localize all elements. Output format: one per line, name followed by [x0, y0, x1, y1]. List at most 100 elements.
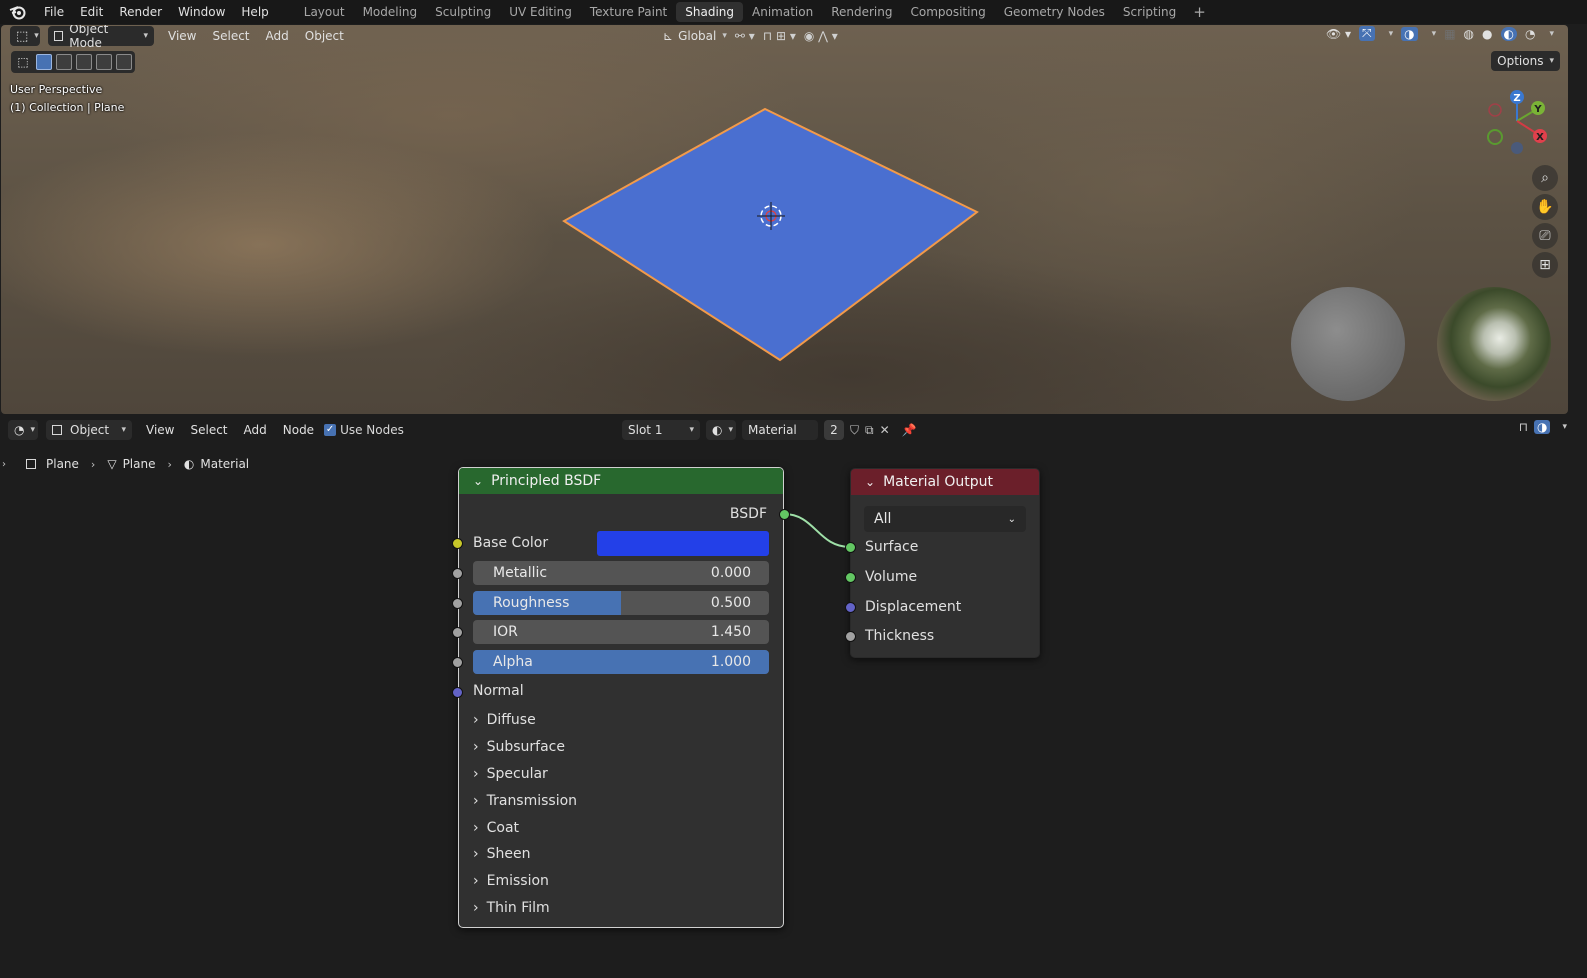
- tab-uv-editing[interactable]: UV Editing: [500, 2, 581, 22]
- panel-label: Sheen: [486, 846, 531, 862]
- blender-logo-icon[interactable]: [0, 4, 36, 20]
- panel-sheen[interactable]: › Sheen: [473, 846, 530, 862]
- gizmo-neg-x[interactable]: [1488, 103, 1502, 117]
- pan-hand-icon[interactable]: ✋: [1532, 194, 1558, 220]
- tab-sculpting[interactable]: Sculpting: [426, 2, 500, 22]
- bsdf-to-surface-link[interactable]: [783, 513, 851, 548]
- tab-compositing[interactable]: Compositing: [901, 2, 994, 22]
- displacement-socket[interactable]: [845, 602, 856, 613]
- base-color-label: Base Color: [473, 535, 549, 551]
- menu-help[interactable]: Help: [233, 0, 276, 24]
- tab-modeling[interactable]: Modeling: [354, 2, 427, 22]
- tab-rendering[interactable]: Rendering: [822, 2, 901, 22]
- metallic-field[interactable]: Metallic 0.000: [473, 561, 769, 585]
- principled-bsdf-node[interactable]: ⌄ Principled BSDF BSDF Base Color Metall…: [452, 467, 790, 928]
- base-color-swatch[interactable]: [597, 531, 769, 556]
- alpha-label: Alpha: [493, 654, 533, 670]
- node-title: Material Output: [883, 474, 994, 490]
- zoom-icon[interactable]: ⌕: [1532, 165, 1558, 191]
- gizmo-y-label: Y: [1533, 104, 1542, 115]
- base-color-socket[interactable]: [452, 538, 463, 549]
- tab-texture-paint[interactable]: Texture Paint: [581, 2, 676, 22]
- add-workspace-button[interactable]: +: [1185, 2, 1214, 22]
- thickness-socket[interactable]: [845, 631, 856, 642]
- perspective-toggle-icon[interactable]: ⊞: [1532, 252, 1558, 278]
- roughness-socket[interactable]: [452, 598, 463, 609]
- chevron-right-icon: ›: [473, 900, 479, 916]
- chevron-right-icon: ›: [473, 793, 479, 809]
- panel-emission[interactable]: › Emission: [473, 873, 549, 889]
- panel-label: Transmission: [486, 793, 578, 809]
- workspace-tabs: Layout Modeling Sculpting UV Editing Tex…: [295, 0, 1214, 24]
- chevron-right-icon: ›: [473, 712, 479, 728]
- normal-socket[interactable]: [452, 687, 463, 698]
- menu-file[interactable]: File: [36, 0, 72, 24]
- panel-specular[interactable]: › Specular: [473, 766, 548, 782]
- surface-socket[interactable]: [845, 542, 856, 553]
- panel-label: Thin Film: [486, 900, 550, 916]
- material-preview-sphere: [1291, 287, 1405, 401]
- 3d-viewport[interactable]: ⬚ ▾ Object Mode ▾ View Select Add Object …: [1, 25, 1568, 414]
- menu-edit[interactable]: Edit: [72, 0, 111, 24]
- menu-render[interactable]: Render: [111, 0, 170, 24]
- navigation-gizmo[interactable]: Z Y X: [1487, 90, 1547, 154]
- chevron-down-icon: ⌄: [1007, 513, 1016, 525]
- volume-label: Volume: [865, 569, 918, 585]
- panel-thin-film[interactable]: › Thin Film: [473, 900, 550, 916]
- tab-geometry-nodes[interactable]: Geometry Nodes: [995, 2, 1114, 22]
- panel-diffuse[interactable]: › Diffuse: [473, 712, 536, 728]
- ior-label: IOR: [493, 624, 518, 640]
- normal-label: Normal: [473, 683, 524, 699]
- tab-scripting[interactable]: Scripting: [1114, 2, 1185, 22]
- gizmo-z-label: Z: [1513, 93, 1520, 104]
- gizmo-neg-z[interactable]: [1511, 142, 1523, 154]
- metallic-socket[interactable]: [452, 568, 463, 579]
- top-menu-bar: File Edit Render Window Help Layout Mode…: [0, 0, 1587, 24]
- tab-animation[interactable]: Animation: [743, 2, 822, 22]
- panel-label: Diffuse: [486, 712, 536, 728]
- node-title: Principled BSDF: [491, 473, 602, 489]
- panel-subsurface[interactable]: › Subsurface: [473, 739, 565, 755]
- panel-label: Emission: [486, 873, 549, 889]
- panel-transmission[interactable]: › Transmission: [473, 793, 577, 809]
- collapse-chevron-icon[interactable]: ⌄: [473, 474, 483, 488]
- alpha-field[interactable]: Alpha 1.000: [473, 650, 769, 674]
- node-links-layer: [783, 513, 851, 548]
- chevron-right-icon: ›: [473, 766, 479, 782]
- ior-field[interactable]: IOR 1.450: [473, 620, 769, 644]
- gizmo-x-label: X: [1536, 132, 1544, 143]
- gizmo-neg-y[interactable]: [1487, 129, 1503, 145]
- camera-view-icon[interactable]: ⎚: [1532, 223, 1558, 249]
- surface-label: Surface: [865, 539, 919, 555]
- chevron-right-icon: ›: [473, 873, 479, 889]
- collapse-chevron-icon[interactable]: ⌄: [865, 475, 875, 489]
- metallic-label: Metallic: [493, 565, 548, 581]
- target-dropdown[interactable]: All ⌄: [864, 506, 1026, 532]
- shader-node-editor[interactable]: ◔ ▾ Object ▾ View Select Add Node ✓ Use N…: [0, 418, 1587, 978]
- roughness-label: Roughness: [493, 595, 570, 611]
- chevron-right-icon: ›: [473, 820, 479, 836]
- plane-mesh[interactable]: [562, 107, 979, 362]
- displacement-label: Displacement: [865, 599, 962, 615]
- tab-layout[interactable]: Layout: [295, 2, 354, 22]
- menu-window[interactable]: Window: [170, 0, 233, 24]
- node-header[interactable]: ⌄ Principled BSDF: [459, 468, 783, 494]
- chevron-right-icon: ›: [473, 739, 479, 755]
- metallic-value: 0.000: [710, 565, 751, 581]
- alpha-value: 1.000: [710, 654, 751, 670]
- node-header[interactable]: ⌄ Material Output: [851, 469, 1039, 495]
- material-output-node[interactable]: ⌄ Material Output All ⌄ Surface Volume D…: [845, 468, 1040, 658]
- volume-socket[interactable]: [845, 572, 856, 583]
- bsdf-output-socket[interactable]: [779, 509, 790, 520]
- alpha-socket[interactable]: [452, 657, 463, 668]
- thickness-label: Thickness: [865, 628, 935, 644]
- chevron-right-icon: ›: [473, 846, 479, 862]
- roughness-field[interactable]: Roughness 0.500: [473, 591, 769, 615]
- panel-label: Specular: [486, 766, 548, 782]
- tab-shading[interactable]: Shading: [676, 2, 743, 22]
- panel-label: Subsurface: [486, 739, 565, 755]
- ior-value: 1.450: [710, 624, 751, 640]
- ior-socket[interactable]: [452, 627, 463, 638]
- target-label: All: [874, 511, 892, 527]
- panel-coat[interactable]: › Coat: [473, 820, 519, 836]
